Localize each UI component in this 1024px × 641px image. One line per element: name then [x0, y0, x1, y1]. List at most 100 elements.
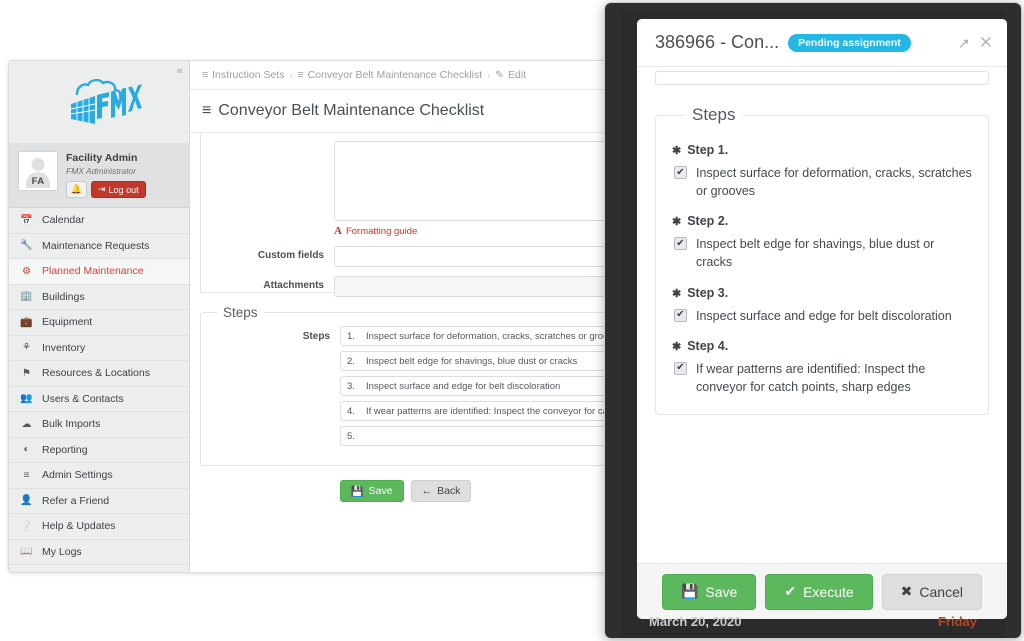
calendar-date-label: March 20, 2020	[649, 614, 742, 629]
breadcrumb-item-checklist[interactable]: ≡ Conveyor Belt Maintenance Checklist	[298, 69, 483, 81]
step-number: 2.	[347, 355, 355, 367]
fmx-logo-icon	[70, 78, 142, 124]
toolbox-icon: 💼	[20, 316, 33, 328]
custom-fields-label: Custom fields	[257, 250, 324, 261]
step-number: 3.	[347, 380, 355, 392]
building-icon: 🏢	[20, 291, 33, 303]
save-label: Save	[368, 485, 393, 497]
sidebar-item-planned-maintenance[interactable]: ⚙ Planned Maintenance	[9, 259, 189, 285]
sidebar-collapse-icon[interactable]: «	[177, 66, 183, 77]
steps-field-label: Steps	[302, 331, 330, 342]
logout-button[interactable]: ⇥ Log out	[91, 181, 146, 199]
step-row[interactable]: 5.	[340, 426, 621, 446]
breadcrumb: ≡ Instruction Sets › ≡ Conveyor Belt Mai…	[190, 61, 621, 90]
avatar-head	[31, 158, 45, 171]
sidebar-item-label: Help & Updates	[42, 520, 116, 533]
calendar-date-bar: March 20, 2020 Friday	[637, 605, 989, 638]
breadcrumb-separator: ›	[289, 70, 293, 80]
step-checkbox[interactable]: ✔	[674, 237, 687, 251]
modal-step-text: If wear patterns are identified: Inspect…	[696, 361, 926, 394]
sidebar-item-help-updates[interactable]: ❔ Help & Updates	[9, 514, 189, 540]
truncated-field-above[interactable]	[655, 71, 989, 85]
step-row[interactable]: 1. Inspect surface for deformation, crac…	[340, 326, 621, 346]
sidebar-item-label: Buildings	[42, 290, 85, 303]
sidebar-item-my-logs[interactable]: 📖 My Logs	[9, 540, 189, 566]
fmx-logo[interactable]	[9, 61, 189, 143]
step-checkbox[interactable]: ✔	[674, 361, 687, 375]
description-textarea[interactable]	[334, 141, 606, 221]
sidebar-item-label: Equipment	[42, 316, 93, 329]
profile-buttons: 🔔 ⇥ Log out	[66, 181, 180, 199]
breadcrumb-label: Instruction Sets	[212, 69, 285, 81]
close-icon[interactable]: ✕	[979, 34, 993, 51]
modal-step-heading: Step 3.	[687, 285, 729, 300]
step-checkbox[interactable]: ✔	[674, 166, 687, 179]
sidebar-item-maintenance-requests[interactable]: 🔧 Maintenance Requests	[9, 234, 189, 260]
modal-step-body: ✔ Inspect surface and edge for belt disc…	[672, 307, 972, 325]
work-order-modal: 386966 - Con... Pending assignment ↗ ✕ S…	[637, 19, 1007, 619]
sidebar-item-label: Users & Contacts	[42, 392, 124, 405]
steps-section: Steps Steps 1. Inspect surface for defor…	[200, 305, 621, 466]
attachments-input[interactable]	[334, 276, 606, 297]
step-checkbox[interactable]: ✔	[674, 308, 687, 322]
steps-list: 1. Inspect surface for deformation, crac…	[340, 326, 621, 451]
breadcrumb-item-edit[interactable]: ✎ Edit	[495, 69, 526, 81]
user-plus-icon: 👤	[20, 495, 33, 507]
modal-step-text: Inspect surface for deformation, cracks,…	[696, 166, 972, 199]
sidebar-item-reporting[interactable]: ◐ Reporting	[9, 438, 189, 464]
custom-fields-field-wrap	[334, 246, 610, 267]
avatar-initials: FA	[31, 176, 45, 187]
sidebar-item-refer-a-friend[interactable]: 👤 Refer a Friend	[9, 489, 189, 515]
step-row[interactable]: 4. If wear patterns are identified: Insp…	[340, 401, 621, 421]
formatting-guide-link[interactable]: A Formatting guide	[334, 225, 606, 237]
sidebar-item-calendar[interactable]: 📅 Calendar	[9, 208, 189, 234]
external-link-icon[interactable]: ↗	[958, 36, 970, 50]
app-window: « FA Facility Admin FMX Administrator 🔔 …	[8, 60, 622, 573]
sidebar-item-label: My Logs	[42, 545, 82, 558]
users-icon: 👥	[20, 393, 33, 405]
required-asterisk-icon: ✱	[672, 287, 682, 300]
attachments-label: Attachments	[263, 280, 324, 291]
back-button[interactable]: ← Back	[410, 480, 472, 502]
notifications-button[interactable]: 🔔	[66, 181, 87, 199]
modal-steps-section: Steps ✱ Step 1. ✔ Inspect surface for de…	[655, 105, 989, 415]
pencil-square-icon: ✎	[495, 69, 504, 81]
description-field-wrap: A Formatting guide	[334, 141, 610, 237]
description-row: A Formatting guide	[201, 141, 610, 237]
attachments-row: Attachments	[201, 276, 610, 297]
sidebar-item-admin-settings[interactable]: ≡ Admin Settings	[9, 463, 189, 489]
step-number: 1.	[347, 330, 355, 342]
attachments-field-wrap	[334, 276, 610, 297]
sidebar-item-inventory[interactable]: ⚘ Inventory	[9, 336, 189, 362]
sidebar-item-label: Maintenance Requests	[42, 239, 150, 252]
step-number: 4.	[347, 405, 355, 417]
save-button[interactable]: 💾 Save	[339, 480, 404, 502]
sidebar-item-users-contacts[interactable]: 👥 Users & Contacts	[9, 387, 189, 413]
sidebar-item-resources-locations[interactable]: ⚑ Resources & Locations	[9, 361, 189, 387]
required-asterisk-icon: ✱	[672, 340, 682, 353]
page-title-text: Conveyor Belt Maintenance Checklist	[218, 102, 485, 119]
avatar[interactable]: FA	[18, 151, 58, 191]
boxes-icon: ⚘	[22, 342, 31, 354]
check-icon: ✔	[784, 583, 797, 599]
floppy-disk-icon: 💾	[680, 583, 699, 599]
custom-fields-row: Custom fields	[201, 246, 610, 267]
cloud-upload-icon: ☁	[21, 418, 32, 430]
modal-step-text: Inspect surface and edge for belt discol…	[696, 308, 952, 323]
question-circle-icon: ❔	[20, 520, 33, 532]
modal-step-body: ✔ If wear patterns are identified: Inspe…	[672, 360, 972, 396]
floppy-disk-icon: 💾	[350, 485, 364, 498]
step-row[interactable]: 3. Inspect surface and edge for belt dis…	[340, 376, 621, 396]
step-row[interactable]: 2. Inspect belt edge for shavings, blue …	[340, 351, 621, 371]
modal-window: 386966 - Con... Pending assignment ↗ ✕ S…	[604, 2, 1022, 639]
breadcrumb-item-instruction-sets[interactable]: ≡ Instruction Sets	[202, 69, 285, 81]
sidebar-item-buildings[interactable]: 🏢 Buildings	[9, 285, 189, 311]
modal-step: ✱ Step 3. ✔ Inspect surface and edge for…	[672, 286, 972, 325]
sidebar-item-label: Calendar	[42, 214, 85, 227]
modal-step-heading-row: ✱ Step 4.	[672, 339, 972, 353]
sidebar-item-equipment[interactable]: 💼 Equipment	[9, 310, 189, 336]
breadcrumb-label: Edit	[507, 69, 527, 81]
modal-header: 386966 - Con... Pending assignment ↗ ✕	[637, 19, 1007, 67]
custom-fields-input[interactable]	[334, 246, 606, 267]
sidebar-item-bulk-imports[interactable]: ☁ Bulk Imports	[9, 412, 189, 438]
